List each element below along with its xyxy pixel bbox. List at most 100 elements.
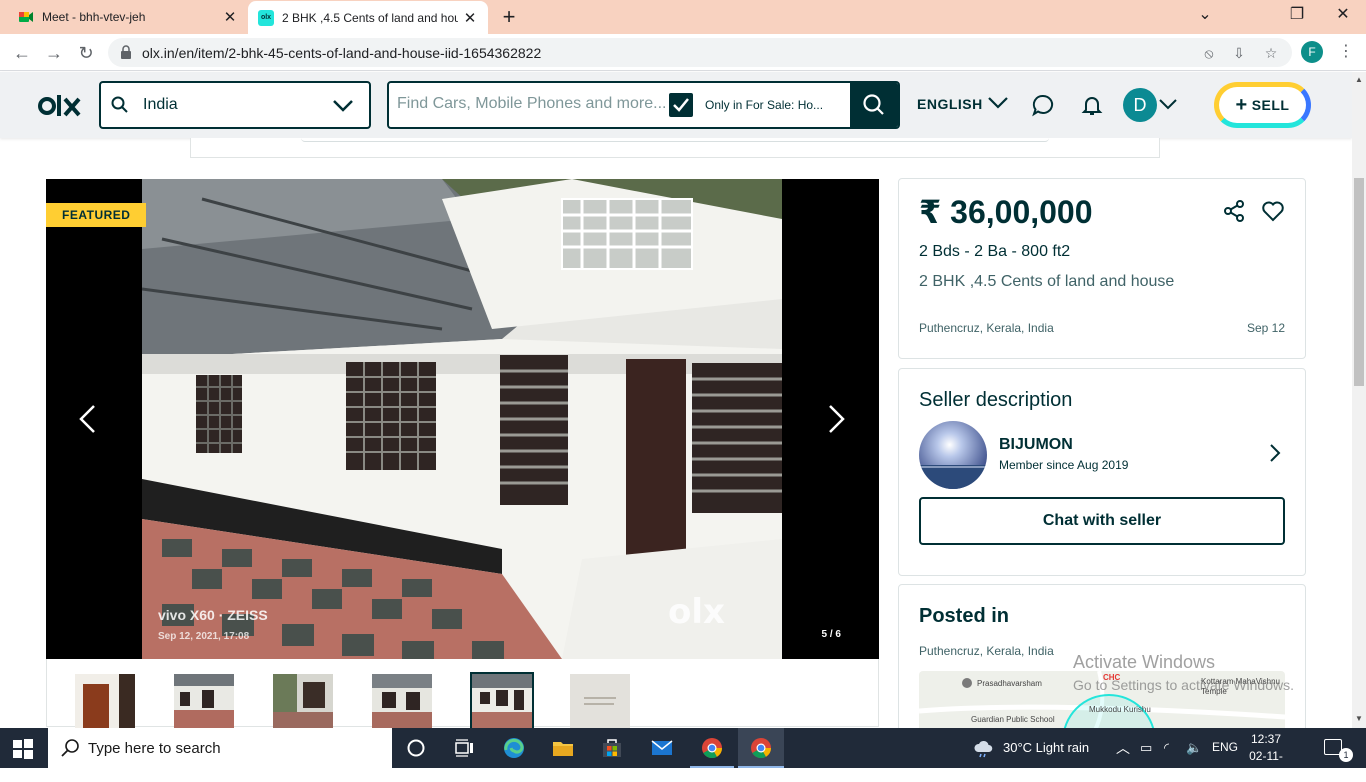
thumbnail[interactable] xyxy=(75,674,135,728)
chat-icon[interactable] xyxy=(1031,93,1055,117)
thumbnail-strip xyxy=(46,659,879,730)
listing-photo[interactable]: olx vivo X60 · ZEISS Sep 12, 2021, 17:08 xyxy=(142,179,782,659)
microsoft-store-icon[interactable] xyxy=(600,736,624,760)
listing-date: Sep 12 xyxy=(1246,321,1285,335)
scroll-down-arrow-icon[interactable]: ▼ xyxy=(1355,714,1363,723)
search-input[interactable] xyxy=(397,95,665,113)
chat-with-seller-button[interactable]: Chat with seller xyxy=(919,497,1285,545)
cortana-icon[interactable] xyxy=(404,736,428,760)
scrollbar-thumb[interactable] xyxy=(1354,178,1364,386)
browser-tab-strip: Meet - bhh-vtev-jeh ✕ olx 2 BHK ,4.5 Cen… xyxy=(0,0,1366,34)
search-bar: Only in For Sale: Ho... xyxy=(387,81,900,129)
chevron-down-icon[interactable] xyxy=(987,92,1009,114)
chevron-down-icon xyxy=(333,100,353,112)
lock-icon xyxy=(121,45,131,59)
clock-date: 02-11-2021 xyxy=(1249,749,1283,780)
posted-in-location: Puthencruz, Kerala, India xyxy=(919,644,1054,658)
checkbox-checked-icon[interactable] xyxy=(669,93,693,117)
map-label: Guardian Public School xyxy=(971,715,1055,724)
activate-windows-title: Activate Windows xyxy=(1073,652,1216,672)
tab-close-icon[interactable]: ✕ xyxy=(218,8,242,26)
url-text: olx.in/en/item/2-bhk-45-cents-of-land-an… xyxy=(142,45,542,61)
posted-in-heading: Posted in xyxy=(919,605,1010,627)
mail-icon[interactable] xyxy=(650,736,674,760)
only-for-sale-toggle[interactable]: Only in For Sale: Ho... xyxy=(669,93,831,117)
tab-close-icon[interactable]: ✕ xyxy=(458,9,482,27)
olx-favicon-icon: olx xyxy=(258,9,274,26)
language-selector[interactable]: ENGLISH xyxy=(917,96,983,112)
system-clock[interactable]: 12:37 02-11-2021 xyxy=(1238,731,1294,782)
listing-title: 2 BHK ,4.5 Cents of land and house xyxy=(919,273,1175,290)
taskbar-search-box[interactable]: Type here to search xyxy=(48,728,392,768)
show-hidden-icons-icon[interactable]: ︿ xyxy=(1116,738,1130,758)
chrome-profile-icon xyxy=(751,738,772,759)
page-scrollbar[interactable] xyxy=(1352,72,1366,728)
tab-search-chevron-icon[interactable]: ⌄ xyxy=(1182,0,1228,30)
windows-start-icon[interactable] xyxy=(12,738,34,760)
chevron-right-icon[interactable] xyxy=(824,403,848,435)
image-gallery: olx vivo X60 · ZEISS Sep 12, 2021, 17:08… xyxy=(46,179,879,659)
chevron-right-icon[interactable] xyxy=(1265,442,1285,464)
address-bar[interactable]: olx.in/en/item/2-bhk-45-cents-of-land-an… xyxy=(108,38,1292,67)
photo-caption: vivo X60 · ZEISS xyxy=(158,607,268,623)
bookmark-star-icon[interactable]: ☆ xyxy=(1262,44,1280,62)
thumbnail[interactable] xyxy=(174,674,234,728)
edge-browser-icon[interactable] xyxy=(502,736,526,760)
forward-arrow-icon[interactable]: → xyxy=(41,40,67,66)
photo-timestamp: Sep 12, 2021, 17:08 xyxy=(158,631,250,642)
sell-label: SELL xyxy=(1251,97,1290,113)
new-tab-button[interactable]: + xyxy=(496,4,522,30)
chevron-left-icon[interactable] xyxy=(76,403,100,435)
restore-window-icon[interactable]: ❐ xyxy=(1274,0,1320,30)
close-window-icon[interactable]: ✕ xyxy=(1320,0,1366,30)
notification-bell-icon[interactable] xyxy=(1080,93,1104,117)
user-avatar[interactable]: D xyxy=(1123,88,1157,122)
tab-olx-listing[interactable]: olx 2 BHK ,4.5 Cents of land and hou ✕ xyxy=(248,1,488,34)
install-app-icon[interactable]: ⇩ xyxy=(1230,44,1248,62)
svg-text:olx: olx xyxy=(668,592,725,632)
site-header: India Only in For Sale: Ho... ENGLISH D … xyxy=(0,72,1352,138)
google-meet-icon xyxy=(18,9,34,25)
olx-logo[interactable] xyxy=(38,94,82,124)
reload-icon[interactable]: ↻ xyxy=(73,40,99,66)
chrome-icon[interactable] xyxy=(700,736,724,760)
search-icon xyxy=(111,96,128,113)
wifi-icon[interactable]: ◜ xyxy=(1164,740,1169,756)
thumbnail[interactable] xyxy=(273,674,333,728)
back-arrow-icon[interactable]: ← xyxy=(9,40,35,66)
browser-menu-icon[interactable]: ⋮ xyxy=(1338,42,1354,62)
windows-taskbar: Type here to search 30°C Light rain ︿ ▭ … xyxy=(0,728,1366,780)
share-icon[interactable] xyxy=(1222,199,1246,223)
browser-toolbar: ← → ↻ olx.in/en/item/2-bhk-45-cents-of-l… xyxy=(0,34,1366,71)
search-button[interactable] xyxy=(850,83,898,127)
thumbnail[interactable] xyxy=(570,674,630,728)
seller-avatar[interactable] xyxy=(919,421,987,489)
clock-time: 12:37 xyxy=(1250,732,1282,746)
chevron-down-icon[interactable] xyxy=(1158,94,1178,114)
weather-rain-icon[interactable] xyxy=(972,736,996,760)
breadcrumb xyxy=(190,138,1160,158)
heart-icon[interactable] xyxy=(1261,199,1285,223)
browser-profile-avatar[interactable]: F xyxy=(1301,41,1323,63)
sell-button[interactable]: + SELL xyxy=(1214,82,1311,128)
thumbnail-selected[interactable] xyxy=(470,672,534,730)
search-icon xyxy=(61,739,79,757)
thumbnail[interactable] xyxy=(372,674,432,728)
weather-text[interactable]: 30°C Light rain xyxy=(1003,740,1089,755)
listing-specs: 2 Bds - 2 Ba - 800 ft2 xyxy=(919,243,1071,260)
search-icon xyxy=(863,94,884,115)
location-blocked-icon[interactable]: ⦸ xyxy=(1200,44,1218,62)
scroll-up-arrow-icon[interactable]: ▲ xyxy=(1355,75,1363,84)
file-explorer-icon[interactable] xyxy=(551,736,575,760)
chrome-profile-app[interactable] xyxy=(738,728,784,768)
input-language[interactable]: ENG xyxy=(1212,740,1238,754)
task-view-icon[interactable] xyxy=(452,736,476,760)
volume-icon[interactable]: 🔈 xyxy=(1186,740,1202,756)
tab-title: 2 BHK ,4.5 Cents of land and hou xyxy=(282,10,458,25)
price-card: ₹ 36,00,000 2 Bds - 2 Ba - 800 ft2 2 BHK… xyxy=(898,178,1306,359)
location-selector[interactable]: India xyxy=(99,81,371,129)
battery-icon[interactable]: ▭ xyxy=(1140,740,1152,756)
seller-name[interactable]: BIJUMON xyxy=(999,436,1073,454)
location-value: India xyxy=(143,96,178,113)
tab-meet[interactable]: Meet - bhh-vtev-jeh ✕ xyxy=(0,0,248,34)
